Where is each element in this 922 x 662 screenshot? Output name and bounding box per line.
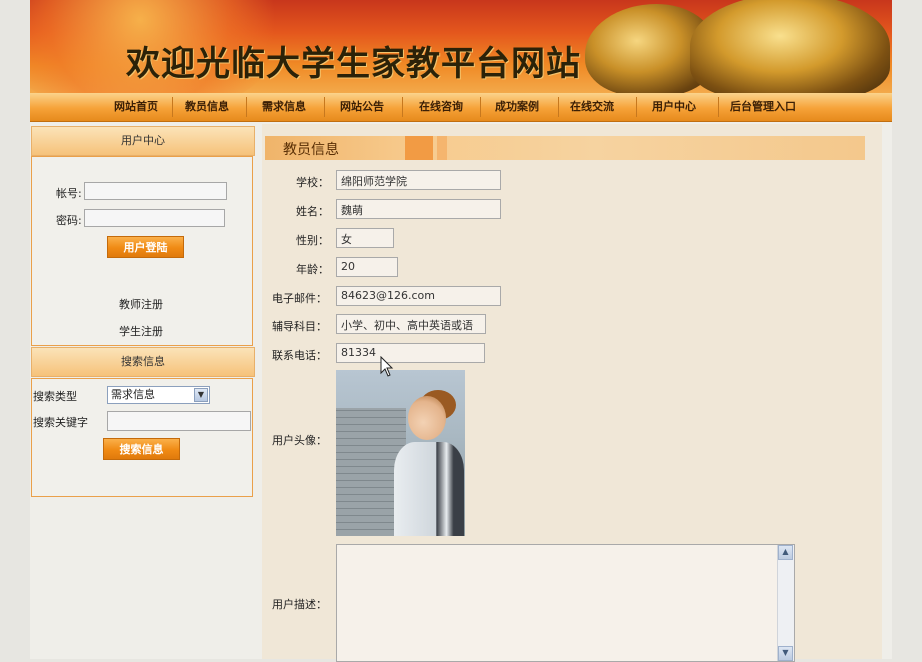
mouse-cursor-icon [380, 356, 394, 377]
email-label: 电子邮件： [272, 292, 327, 305]
description-textarea[interactable]: ▲ ▼ [336, 544, 795, 662]
nav-admin-entry[interactable]: 后台管理入口 [730, 93, 796, 121]
nav-divider [480, 97, 481, 117]
student-register-link[interactable]: 学生注册 [119, 323, 163, 339]
search-heading: 搜索信息 [31, 347, 255, 377]
section-title: 教员信息 [283, 142, 339, 158]
password-label: 密码: [56, 214, 82, 227]
nav-divider [636, 97, 637, 117]
nav-divider [324, 97, 325, 117]
scrollbar[interactable]: ▲ ▼ [777, 545, 794, 661]
name-label: 姓名： [296, 205, 329, 218]
teacher-register-link[interactable]: 教师注册 [119, 296, 163, 312]
age-label: 年龄： [296, 263, 329, 276]
subject-value: 小学、初中、高中英语或语 [336, 314, 486, 334]
photo-person-head [408, 396, 446, 440]
nav-demand-info[interactable]: 需求信息 [262, 93, 306, 121]
main-nav: 网站首页 教员信息 需求信息 网站公告 在线咨询 成功案例 在线交流 用户中心 … [30, 93, 892, 122]
school-value: 绵阳师范学院 [336, 170, 501, 190]
login-button[interactable]: 用户登陆 [107, 236, 184, 258]
avatar-label: 用户头像： [272, 434, 327, 447]
nav-divider [402, 97, 403, 117]
teacher-info-header: 教员信息 [265, 136, 865, 160]
account-input[interactable] [84, 182, 227, 200]
gender-label: 性别： [296, 234, 329, 247]
search-type-select[interactable]: 需求信息 ▼ [107, 386, 210, 404]
subject-label: 辅导科目： [272, 320, 327, 333]
phone-label: 联系电话： [272, 349, 327, 362]
nav-online-consult[interactable]: 在线咨询 [419, 93, 463, 121]
phone-value: 81334 [336, 343, 485, 363]
user-center-heading: 用户中心 [31, 126, 255, 156]
header-banner: 欢迎光临大学生家教平台网站 [30, 0, 892, 93]
search-button[interactable]: 搜索信息 [103, 438, 180, 460]
nav-online-chat[interactable]: 在线交流 [570, 93, 614, 121]
nav-divider [172, 97, 173, 117]
password-input[interactable] [84, 209, 225, 227]
school-label: 学校： [296, 176, 329, 189]
email-value: 84623@126.com [336, 286, 501, 306]
lion-statue-image-2 [690, 0, 890, 93]
nav-teacher-info[interactable]: 教员信息 [185, 93, 229, 121]
nav-divider [718, 97, 719, 117]
scroll-up-icon[interactable]: ▲ [778, 545, 793, 560]
nav-user-center[interactable]: 用户中心 [652, 93, 696, 121]
header-accent [405, 136, 433, 160]
account-label: 帐号: [56, 187, 82, 200]
nav-success-cases[interactable]: 成功案例 [495, 93, 539, 121]
gender-value: 女 [336, 228, 394, 248]
description-label: 用户描述： [272, 598, 327, 611]
search-keyword-label: 搜索关键字 [33, 416, 88, 429]
chevron-down-icon[interactable]: ▼ [194, 388, 208, 402]
header-accent-2 [437, 136, 447, 160]
nav-home[interactable]: 网站首页 [114, 93, 158, 121]
photo-person-body [394, 442, 464, 536]
nav-divider [558, 97, 559, 117]
nav-divider [246, 97, 247, 117]
nav-announcements[interactable]: 网站公告 [340, 93, 384, 121]
search-keyword-input[interactable] [107, 411, 251, 431]
search-type-selected: 需求信息 [111, 388, 155, 401]
search-type-label: 搜索类型 [33, 390, 77, 403]
site-title: 欢迎光临大学生家教平台网站 [126, 44, 581, 84]
name-value: 魏萌 [336, 199, 501, 219]
avatar [336, 370, 465, 536]
age-value: 20 [336, 257, 398, 277]
